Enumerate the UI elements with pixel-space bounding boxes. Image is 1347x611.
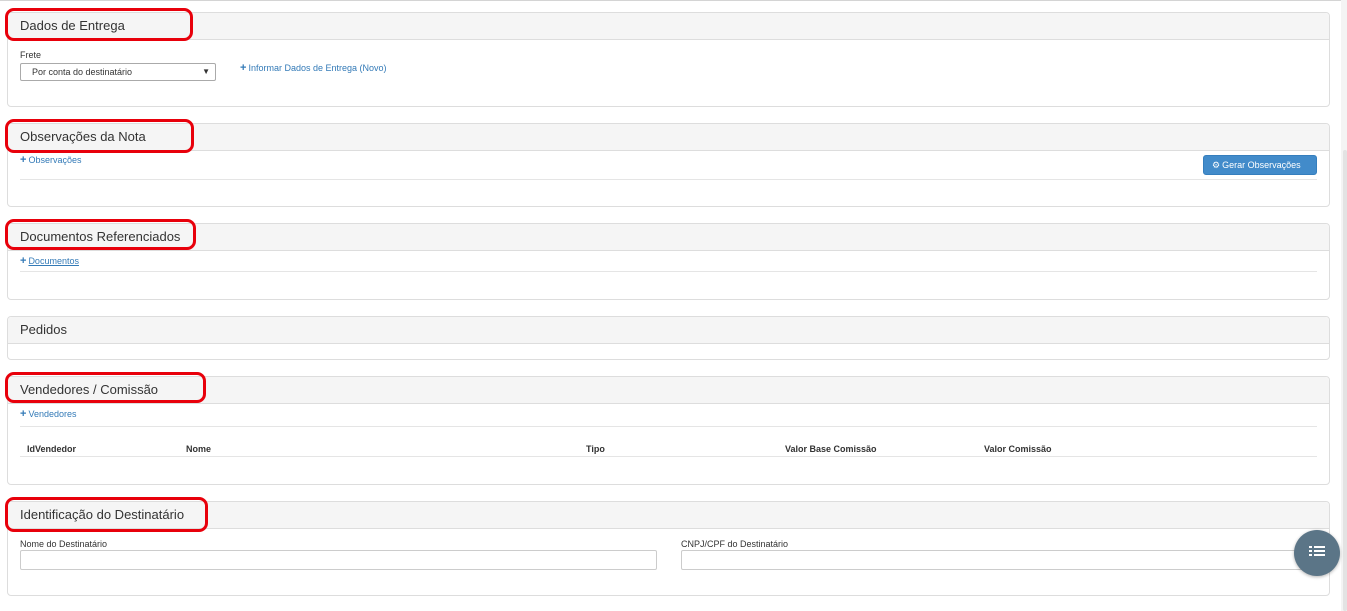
panel-heading: Pedidos [8,317,1329,344]
link-label: Observações [28,155,82,165]
panel-heading: Identificação do Destinatário [8,502,1329,529]
cogs-icon: ⚙ [1212,160,1221,170]
column-header-valor-base-comissao[interactable]: Valor Base Comissão [785,444,877,454]
panel-documentos: Documentos Referenciados + Documentos [7,223,1330,300]
panel-title: Vendedores / Comissão [20,382,159,397]
cnpj-destinatario-label: CNPJ/CPF do Destinatário [681,539,789,549]
button-label: Gerar Observações [1222,160,1301,170]
plus-icon: + [240,62,247,74]
add-documentos-link[interactable]: + Documentos [20,255,79,267]
informar-dados-entrega-link[interactable]: + Informar Dados de Entrega (Novo) [240,62,387,74]
column-header-valor-comissao[interactable]: Valor Comissão [984,444,1052,454]
panel-title: Dados de Entrega [20,18,125,33]
gerar-observacoes-button[interactable]: ⚙ Gerar Observações [1203,155,1317,175]
plus-icon: + [20,408,27,420]
panel-vendedores: Vendedores / Comissão + Vendedores IdVend… [7,376,1330,485]
panel-observacoes: Observações da Nota + Observações ⚙ Gerar … [7,123,1330,207]
panel-heading: Dados de Entrega [8,13,1329,40]
panel-heading: Documentos Referenciados [8,224,1329,251]
nome-destinatario-label: Nome do Destinatário [20,539,108,549]
divider [20,271,1317,272]
panel-heading: Observações da Nota [8,124,1329,151]
panel-title: Pedidos [20,322,67,337]
caret-down-icon: ▼ [202,67,210,76]
nome-destinatario-input[interactable] [20,550,657,570]
frete-select[interactable]: Por conta do destinatário ▼ [20,63,216,81]
frete-selected-value: Por conta do destinatário [32,67,133,77]
list-icon [1309,546,1325,559]
column-header-idvendedor[interactable]: IdVendedor [27,444,76,454]
panel-heading: Vendedores / Comissão [8,377,1329,404]
column-header-nome[interactable]: Nome [186,444,211,454]
scrollbar-thumb[interactable] [1343,150,1347,611]
panel-dados-entrega: Dados de Entrega Frete Por conta do dest… [7,12,1330,107]
column-header-tipo[interactable]: Tipo [586,444,605,454]
link-label: Informar Dados de Entrega (Novo) [248,63,387,73]
top-border [0,0,1347,3]
cnpj-destinatario-input[interactable] [681,550,1319,570]
add-observacoes-link[interactable]: + Observações [20,154,81,166]
link-label: Vendedores [28,409,77,419]
table-header-divider [20,456,1317,457]
link-label: Documentos [28,256,79,266]
frete-label: Frete [20,50,42,60]
panel-pedidos: Pedidos [7,316,1330,360]
panel-title: Identificação do Destinatário [20,507,185,522]
panel-title: Documentos Referenciados [20,229,181,244]
panel-title: Observações da Nota [20,129,146,144]
divider [20,426,1317,427]
panel-destinatario: Identificação do Destinatário Nome do De… [7,501,1330,596]
divider [20,179,1317,180]
add-vendedores-link[interactable]: + Vendedores [20,408,76,420]
plus-icon: + [20,255,27,267]
plus-icon: + [20,154,27,166]
floating-menu-button[interactable] [1294,530,1340,576]
